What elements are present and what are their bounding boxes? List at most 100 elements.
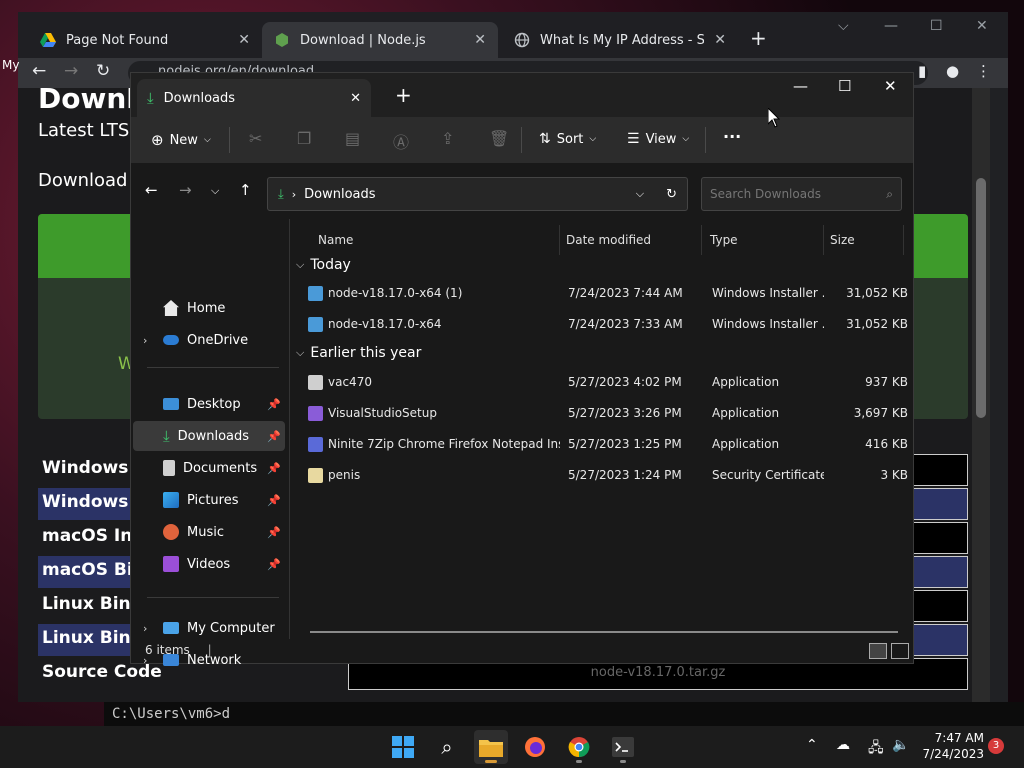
column-header-type[interactable]: Type (702, 225, 824, 255)
minimize-icon[interactable]: — (884, 18, 898, 34)
new-tab-plus-icon[interactable]: + (750, 26, 767, 50)
file-row[interactable]: VisualStudioSetup 5/27/2023 3:26 PM Appl… (298, 399, 908, 427)
pin-icon[interactable]: 📌 (267, 558, 281, 571)
chevron-down-icon[interactable]: ⌵ (838, 18, 849, 34)
chevron-right-icon[interactable]: › (143, 334, 147, 347)
close-icon[interactable]: ✕ (238, 32, 250, 48)
file-row[interactable]: node-v18.17.0-x64 (1) 7/24/2023 7:44 AM … (298, 279, 908, 307)
taskbar-file-explorer[interactable] (474, 730, 508, 764)
file-row[interactable]: vac470 5/27/2023 4:02 PM Application 937… (298, 368, 908, 396)
search-input[interactable] (710, 187, 887, 201)
refresh-icon[interactable]: ↻ (666, 187, 677, 202)
sort-button[interactable]: ⇅ Sort ⌵ (539, 131, 596, 147)
horizontal-scrollbar[interactable] (310, 631, 898, 633)
browser-tab-nodejs[interactable]: Download | Node.js ✕ (262, 22, 498, 58)
file-date: 5/27/2023 1:24 PM (568, 468, 682, 482)
profile-icon[interactable]: ● (946, 62, 959, 80)
cloud-offline-icon[interactable]: ☁ (836, 737, 850, 753)
breadcrumb[interactable]: Downloads (304, 187, 628, 202)
nav-divider (147, 367, 279, 368)
cut-icon[interactable]: ✂ (249, 129, 262, 148)
rename-icon[interactable]: Ⓐ (393, 129, 409, 153)
globe-icon (514, 32, 530, 48)
browser-tab-bar: Page Not Found ✕ Download | Node.js ✕ Wh… (18, 12, 1008, 58)
paste-icon[interactable]: ▤ (345, 129, 360, 148)
kebab-menu-icon[interactable]: ⋮ (976, 62, 991, 80)
nav-item-videos[interactable]: Videos 📌 (133, 549, 285, 579)
scrollbar-thumb[interactable] (976, 178, 986, 418)
search-box[interactable]: ⌕ (701, 177, 902, 211)
browser-tab-ip-address[interactable]: What Is My IP Address - See Your ✕ (502, 22, 738, 58)
notification-badge[interactable]: 3 (988, 738, 1004, 754)
tiles-view-icon[interactable] (891, 643, 909, 659)
file-size: 31,052 KB (846, 317, 908, 331)
forward-arrow-icon[interactable]: → (179, 181, 192, 199)
download-arrow-icon: ⤓ (278, 186, 284, 202)
file-type: Application (712, 437, 780, 451)
file-row[interactable]: Ninite 7Zip Chrome Firefox Notepad Inst.… (298, 430, 908, 458)
volume-icon[interactable]: 🔈 (892, 737, 909, 753)
column-header-date[interactable]: Date modified (558, 225, 702, 255)
command-divider (229, 127, 230, 153)
close-icon[interactable]: ✕ (714, 32, 726, 48)
chevron-down-icon: ⌵ (296, 258, 305, 271)
vertical-scrollbar[interactable] (972, 88, 990, 702)
system-clock[interactable]: 7:47 AM 7/24/2023 (922, 730, 984, 762)
explorer-address-bar[interactable]: ⤓ › Downloads ⌵ ↻ (267, 177, 688, 211)
view-button[interactable]: ☰ View ⌵ (627, 131, 689, 147)
back-arrow-icon[interactable]: ← (145, 181, 158, 199)
nav-item-downloads[interactable]: ⤓ Downloads 📌 (133, 421, 285, 451)
forward-arrow-icon[interactable]: → (64, 61, 78, 81)
nav-item-onedrive[interactable]: › OneDrive (133, 325, 285, 355)
command-divider (705, 127, 706, 153)
start-button[interactable] (386, 730, 420, 764)
pin-icon[interactable]: 📌 (267, 494, 281, 507)
new-button[interactable]: ⊕ New ⌵ (151, 131, 211, 149)
pin-icon[interactable]: 📌 (267, 430, 281, 443)
column-header-name[interactable]: Name (310, 225, 560, 255)
search-button[interactable]: ⌕ (430, 730, 464, 764)
maximize-icon[interactable]: ☐ (930, 18, 943, 34)
chevron-up-icon[interactable]: ⌃ (806, 737, 818, 753)
new-tab-plus-icon[interactable]: + (395, 83, 412, 107)
more-options-icon[interactable]: ··· (723, 127, 741, 146)
back-arrow-icon[interactable]: ← (32, 61, 46, 81)
file-row[interactable]: node-v18.17.0-x64 7/24/2023 7:33 AM Wind… (298, 310, 908, 338)
pin-icon[interactable]: 📌 (267, 398, 281, 411)
pin-icon[interactable]: 📌 (267, 462, 281, 475)
pin-icon[interactable]: 📌 (267, 526, 281, 539)
reload-icon[interactable]: ↻ (96, 61, 110, 81)
delete-icon[interactable]: 🗑 (489, 129, 509, 148)
recent-locations-chevron-icon[interactable]: ⌵ (211, 184, 219, 198)
share-icon[interactable]: ⇪ (441, 129, 454, 148)
group-header-today[interactable]: ⌵ Today (296, 257, 351, 273)
sidebar-panel-icon[interactable]: ▮ (918, 62, 926, 80)
browser-tab-page-not-found[interactable]: Page Not Found ✕ (28, 22, 262, 58)
explorer-tab-downloads[interactable]: ⤓ Downloads ✕ (137, 79, 371, 117)
nav-item-home[interactable]: Home (133, 293, 285, 323)
close-window-icon[interactable]: ✕ (976, 18, 988, 34)
chevron-down-icon[interactable]: ⌵ (636, 187, 644, 201)
close-icon[interactable]: ✕ (350, 91, 361, 106)
taskbar-terminal[interactable] (606, 730, 640, 764)
taskbar-chrome[interactable] (562, 730, 596, 764)
close-window-icon[interactable]: ✕ (884, 77, 897, 95)
minimize-icon[interactable]: — (793, 77, 808, 95)
copy-icon[interactable]: ❐ (297, 129, 311, 148)
close-icon[interactable]: ✕ (474, 32, 486, 48)
maximize-icon[interactable]: ☐ (838, 77, 851, 95)
chevron-right-icon[interactable]: › (143, 622, 147, 635)
file-size: 416 KB (865, 437, 908, 451)
nav-item-documents[interactable]: Documents 📌 (133, 453, 285, 483)
nav-item-desktop[interactable]: Desktop 📌 (133, 389, 285, 419)
taskbar-firefox[interactable] (518, 730, 552, 764)
file-row[interactable]: penis 5/27/2023 1:24 PM Security Certifi… (298, 461, 908, 489)
column-header-size[interactable]: Size (822, 225, 904, 255)
up-arrow-icon[interactable]: ↑ (239, 181, 252, 199)
network-icon[interactable]: 🖧 (868, 737, 884, 761)
details-view-icon[interactable] (869, 643, 887, 659)
group-header-earlier-this-year[interactable]: ⌵ Earlier this year (296, 345, 421, 361)
nav-item-music[interactable]: Music 📌 (133, 517, 285, 547)
nav-item-pictures[interactable]: Pictures 📌 (133, 485, 285, 515)
file-size: 937 KB (865, 375, 908, 389)
